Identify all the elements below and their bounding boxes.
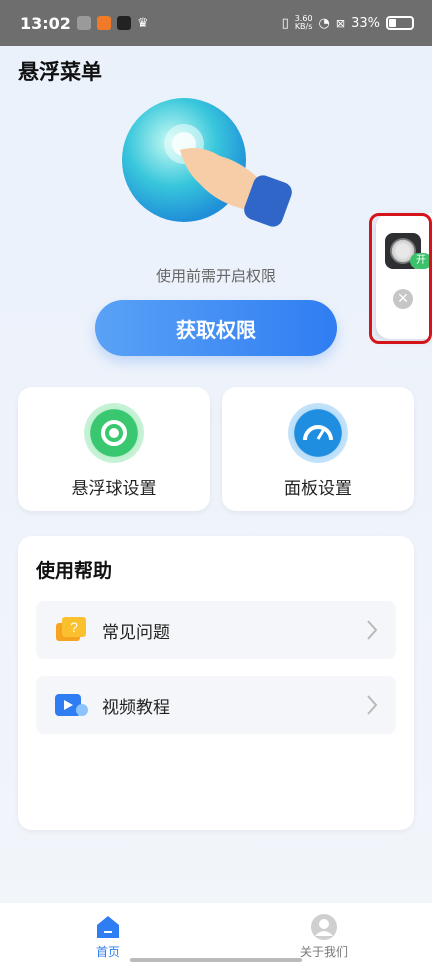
help-section: 使用帮助 ? 常见问题 视频教程 bbox=[18, 536, 414, 830]
dashboard-icon bbox=[288, 403, 348, 463]
get-permission-button[interactable]: 获取权限 bbox=[95, 300, 337, 356]
user-icon bbox=[311, 914, 337, 940]
tiktok-icon bbox=[116, 16, 131, 30]
status-bar: 13:02 ♛ ▯ 3.60 KB/s ◔ ⊠ 33% bbox=[0, 0, 432, 46]
app-notification-icon bbox=[96, 16, 111, 30]
tab-about[interactable]: 关于我们 bbox=[264, 909, 384, 959]
float-ball-icon bbox=[84, 403, 144, 463]
hand-touch-illustration bbox=[122, 98, 292, 227]
clock: 13:02 bbox=[20, 13, 71, 33]
svg-text:?: ? bbox=[70, 619, 78, 635]
video-tutorial-item[interactable]: 视频教程 bbox=[36, 676, 396, 734]
network-speed: 3.60 KB/s bbox=[295, 15, 313, 31]
help-title: 使用帮助 bbox=[36, 560, 113, 582]
chevron-right-icon bbox=[367, 620, 378, 640]
permission-hint: 使用前需开启权限 bbox=[155, 267, 276, 285]
page-title: 悬浮菜单 bbox=[18, 60, 102, 84]
faq-label: 常见问题 bbox=[102, 623, 170, 643]
float-ball-settings-card[interactable]: 悬浮球设置 bbox=[18, 387, 210, 511]
float-ball-settings-label: 悬浮球设置 bbox=[71, 479, 157, 499]
chevron-right-icon bbox=[367, 695, 378, 715]
tab-home[interactable]: 首页 bbox=[48, 909, 168, 959]
sim-icon: ⊠ bbox=[335, 16, 346, 30]
highlight-outline bbox=[369, 213, 432, 344]
message-icon bbox=[76, 16, 91, 30]
status-left: 13:02 ♛ bbox=[20, 14, 149, 33]
panel-settings-card[interactable]: 面板设置 bbox=[222, 387, 414, 511]
faq-item[interactable]: ? 常见问题 bbox=[36, 601, 396, 659]
vibrate-icon: ▯ bbox=[281, 15, 289, 31]
battery-icon bbox=[386, 16, 414, 30]
battery-percent: 33% bbox=[351, 15, 380, 31]
home-icon bbox=[97, 916, 119, 938]
question-bubble-icon: ? bbox=[56, 617, 86, 641]
video-tutorial-label: 视频教程 bbox=[102, 698, 170, 718]
panel-settings-label: 面板设置 bbox=[284, 479, 352, 499]
home-indicator[interactable] bbox=[130, 958, 302, 962]
crown-icon: ♛ bbox=[136, 15, 149, 31]
bottom-navigation: 首页 关于我们 bbox=[0, 903, 432, 964]
video-icon bbox=[55, 694, 88, 716]
status-right: ▯ 3.60 KB/s ◔ ⊠ 33% bbox=[282, 15, 414, 31]
wifi-icon: ◔ bbox=[318, 15, 330, 31]
speed-unit: KB/s bbox=[294, 22, 313, 31]
